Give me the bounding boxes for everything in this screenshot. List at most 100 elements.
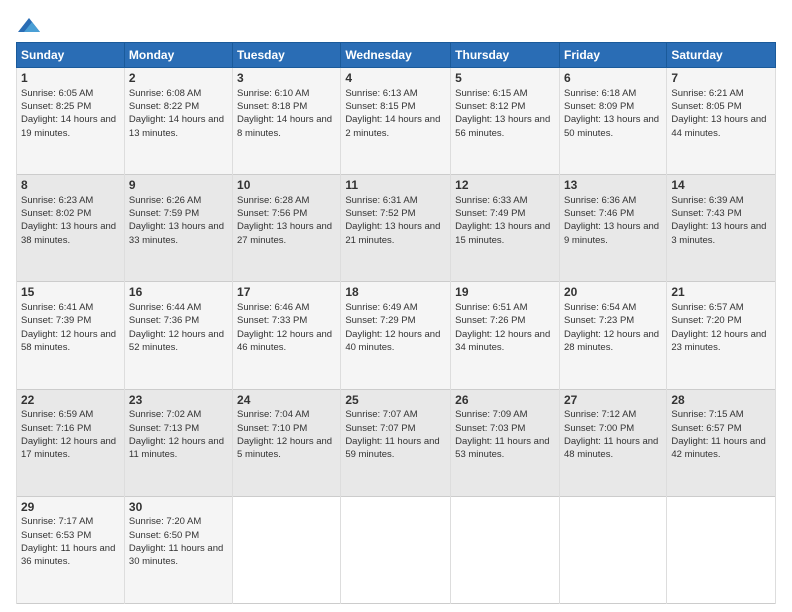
calendar-cell: 2 Sunrise: 6:08 AM Sunset: 8:22 PM Dayli…: [124, 68, 232, 175]
sunset-info: Sunset: 8:25 PM: [21, 101, 91, 112]
sunset-info: Sunset: 6:57 PM: [671, 423, 741, 434]
day-number: 16: [129, 285, 228, 301]
day-number: 3: [237, 71, 336, 87]
calendar-cell: 16 Sunrise: 6:44 AM Sunset: 7:36 PM Dayl…: [124, 282, 232, 389]
header-friday: Friday: [559, 43, 666, 68]
daylight-info: Daylight: 13 hours and 15 minutes.: [455, 221, 550, 245]
header: [16, 16, 776, 34]
calendar-cell: 22 Sunrise: 6:59 AM Sunset: 7:16 PM Dayl…: [17, 389, 125, 496]
sunset-info: Sunset: 8:18 PM: [237, 101, 307, 112]
daylight-info: Daylight: 14 hours and 19 minutes.: [21, 114, 116, 138]
calendar-cell: 13 Sunrise: 6:36 AM Sunset: 7:46 PM Dayl…: [559, 175, 666, 282]
sunrise-info: Sunrise: 6:28 AM: [237, 195, 309, 206]
calendar-cell: 4 Sunrise: 6:13 AM Sunset: 8:15 PM Dayli…: [341, 68, 451, 175]
day-number: 4: [345, 71, 446, 87]
daylight-info: Daylight: 14 hours and 13 minutes.: [129, 114, 224, 138]
daylight-info: Daylight: 13 hours and 33 minutes.: [129, 221, 224, 245]
calendar-cell: 29 Sunrise: 7:17 AM Sunset: 6:53 PM Dayl…: [17, 496, 125, 603]
sunset-info: Sunset: 7:39 PM: [21, 315, 91, 326]
sunset-info: Sunset: 7:46 PM: [564, 208, 634, 219]
sunrise-info: Sunrise: 7:07 AM: [345, 409, 417, 420]
day-number: 6: [564, 71, 662, 87]
daylight-info: Daylight: 13 hours and 44 minutes.: [671, 114, 766, 138]
calendar-cell: 11 Sunrise: 6:31 AM Sunset: 7:52 PM Dayl…: [341, 175, 451, 282]
sunrise-info: Sunrise: 7:17 AM: [21, 516, 93, 527]
calendar-cell: 5 Sunrise: 6:15 AM Sunset: 8:12 PM Dayli…: [451, 68, 560, 175]
calendar-row-3: 22 Sunrise: 6:59 AM Sunset: 7:16 PM Dayl…: [17, 389, 776, 496]
calendar-table: Sunday Monday Tuesday Wednesday Thursday…: [16, 42, 776, 604]
sunset-info: Sunset: 8:05 PM: [671, 101, 741, 112]
day-number: 7: [671, 71, 771, 87]
sunset-info: Sunset: 8:02 PM: [21, 208, 91, 219]
sunset-info: Sunset: 7:56 PM: [237, 208, 307, 219]
calendar-cell: 20 Sunrise: 6:54 AM Sunset: 7:23 PM Dayl…: [559, 282, 666, 389]
sunset-info: Sunset: 8:22 PM: [129, 101, 199, 112]
sunrise-info: Sunrise: 6:36 AM: [564, 195, 636, 206]
daylight-info: Daylight: 14 hours and 2 minutes.: [345, 114, 440, 138]
calendar-cell: [233, 496, 341, 603]
sunset-info: Sunset: 7:07 PM: [345, 423, 415, 434]
sunset-info: Sunset: 7:03 PM: [455, 423, 525, 434]
calendar-cell: [559, 496, 666, 603]
header-tuesday: Tuesday: [233, 43, 341, 68]
header-monday: Monday: [124, 43, 232, 68]
day-number: 20: [564, 285, 662, 301]
daylight-info: Daylight: 13 hours and 56 minutes.: [455, 114, 550, 138]
calendar-cell: 7 Sunrise: 6:21 AM Sunset: 8:05 PM Dayli…: [667, 68, 776, 175]
day-number: 21: [671, 285, 771, 301]
day-number: 17: [237, 285, 336, 301]
daylight-info: Daylight: 12 hours and 52 minutes.: [129, 329, 224, 353]
calendar-row-2: 15 Sunrise: 6:41 AM Sunset: 7:39 PM Dayl…: [17, 282, 776, 389]
day-number: 15: [21, 285, 120, 301]
daylight-info: Daylight: 13 hours and 50 minutes.: [564, 114, 659, 138]
logo-icon: [18, 16, 40, 34]
header-wednesday: Wednesday: [341, 43, 451, 68]
sunset-info: Sunset: 7:16 PM: [21, 423, 91, 434]
day-number: 28: [671, 393, 771, 409]
sunrise-info: Sunrise: 7:02 AM: [129, 409, 201, 420]
daylight-info: Daylight: 13 hours and 27 minutes.: [237, 221, 332, 245]
day-number: 10: [237, 178, 336, 194]
daylight-info: Daylight: 11 hours and 42 minutes.: [671, 436, 765, 460]
sunrise-info: Sunrise: 6:23 AM: [21, 195, 93, 206]
sunrise-info: Sunrise: 6:57 AM: [671, 302, 743, 313]
sunrise-info: Sunrise: 6:39 AM: [671, 195, 743, 206]
calendar-cell: 3 Sunrise: 6:10 AM Sunset: 8:18 PM Dayli…: [233, 68, 341, 175]
sunset-info: Sunset: 6:53 PM: [21, 530, 91, 541]
sunrise-info: Sunrise: 6:44 AM: [129, 302, 201, 313]
day-number: 18: [345, 285, 446, 301]
day-number: 9: [129, 178, 228, 194]
day-number: 26: [455, 393, 555, 409]
calendar-cell: 21 Sunrise: 6:57 AM Sunset: 7:20 PM Dayl…: [667, 282, 776, 389]
daylight-info: Daylight: 12 hours and 34 minutes.: [455, 329, 550, 353]
sunset-info: Sunset: 8:12 PM: [455, 101, 525, 112]
sunset-info: Sunset: 7:29 PM: [345, 315, 415, 326]
day-number: 12: [455, 178, 555, 194]
daylight-info: Daylight: 11 hours and 30 minutes.: [129, 543, 223, 567]
sunset-info: Sunset: 7:20 PM: [671, 315, 741, 326]
day-number: 8: [21, 178, 120, 194]
day-number: 23: [129, 393, 228, 409]
sunset-info: Sunset: 7:52 PM: [345, 208, 415, 219]
sunrise-info: Sunrise: 7:04 AM: [237, 409, 309, 420]
sunrise-info: Sunrise: 6:21 AM: [671, 88, 743, 99]
sunrise-info: Sunrise: 7:09 AM: [455, 409, 527, 420]
calendar-row-0: 1 Sunrise: 6:05 AM Sunset: 8:25 PM Dayli…: [17, 68, 776, 175]
sunset-info: Sunset: 8:09 PM: [564, 101, 634, 112]
calendar-header-row: Sunday Monday Tuesday Wednesday Thursday…: [17, 43, 776, 68]
sunrise-info: Sunrise: 6:15 AM: [455, 88, 527, 99]
calendar-cell: 23 Sunrise: 7:02 AM Sunset: 7:13 PM Dayl…: [124, 389, 232, 496]
calendar-cell: 14 Sunrise: 6:39 AM Sunset: 7:43 PM Dayl…: [667, 175, 776, 282]
daylight-info: Daylight: 12 hours and 58 minutes.: [21, 329, 116, 353]
calendar-cell: 26 Sunrise: 7:09 AM Sunset: 7:03 PM Dayl…: [451, 389, 560, 496]
calendar-cell: 27 Sunrise: 7:12 AM Sunset: 7:00 PM Dayl…: [559, 389, 666, 496]
sunrise-info: Sunrise: 6:05 AM: [21, 88, 93, 99]
sunset-info: Sunset: 7:23 PM: [564, 315, 634, 326]
sunrise-info: Sunrise: 6:18 AM: [564, 88, 636, 99]
sunset-info: Sunset: 7:36 PM: [129, 315, 199, 326]
header-thursday: Thursday: [451, 43, 560, 68]
daylight-info: Daylight: 12 hours and 28 minutes.: [564, 329, 659, 353]
daylight-info: Daylight: 13 hours and 3 minutes.: [671, 221, 766, 245]
daylight-info: Daylight: 12 hours and 46 minutes.: [237, 329, 332, 353]
calendar-cell: 12 Sunrise: 6:33 AM Sunset: 7:49 PM Dayl…: [451, 175, 560, 282]
